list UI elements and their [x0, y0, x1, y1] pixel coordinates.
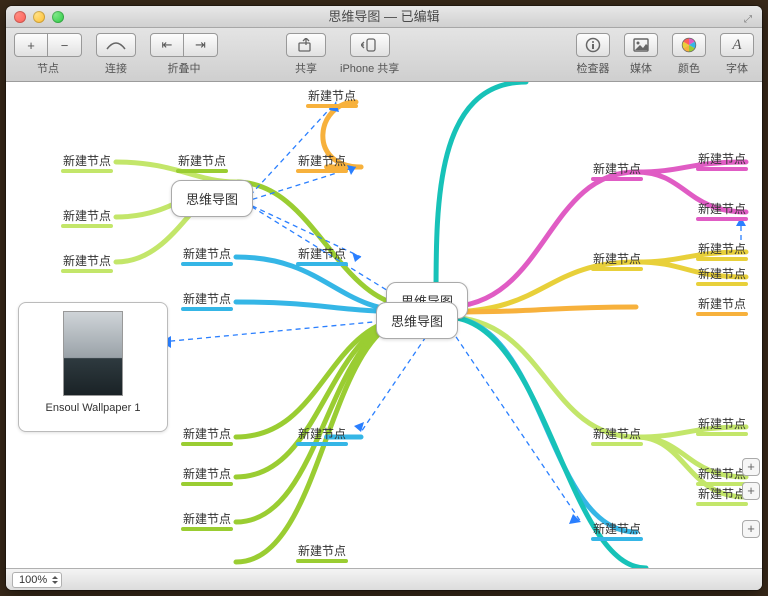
connect-button[interactable]: [96, 33, 136, 57]
toolbar-label-share: 共享: [295, 60, 317, 76]
mindmap-node[interactable]: 新建节点: [296, 425, 348, 444]
mindmap-node[interactable]: 新建节点: [181, 425, 233, 444]
mindmap-node[interactable]: 新建节点: [61, 252, 113, 271]
inspector-button[interactable]: [576, 33, 610, 57]
add-child-button[interactable]: +: [742, 458, 760, 476]
mindmap-node[interactable]: 新建节点: [181, 465, 233, 484]
mindmap-node[interactable]: 新建节点: [306, 87, 358, 106]
mindmap-node[interactable]: 新建节点: [296, 152, 348, 171]
mindmap-node[interactable]: 新建节点: [696, 265, 748, 284]
add-child-button[interactable]: +: [742, 482, 760, 500]
zoom-icon[interactable]: [52, 11, 64, 23]
center-node-aux[interactable]: 思维导图: [171, 180, 253, 217]
image-caption: Ensoul Wallpaper 1: [46, 402, 141, 414]
status-bar: 100%: [6, 568, 762, 590]
toolbar-label-color: 颜色: [678, 60, 700, 76]
image-node[interactable]: Ensoul Wallpaper 1: [18, 302, 168, 432]
mindmap-node[interactable]: 新建节点: [591, 250, 643, 269]
font-button[interactable]: A: [720, 33, 754, 57]
mindmap-node[interactable]: 新建节点: [696, 200, 748, 219]
toolbar-label-media: 媒体: [630, 60, 652, 76]
share-button[interactable]: [286, 33, 326, 57]
mindmap-node[interactable]: 新建节点: [696, 295, 748, 314]
mindmap-node[interactable]: 新建节点: [696, 415, 748, 434]
mindmap-node[interactable]: 新建节点: [696, 485, 748, 504]
media-button[interactable]: [624, 33, 658, 57]
toolbar-label-iphone: iPhone 共享: [340, 60, 399, 76]
image-thumbnail: [63, 311, 123, 396]
close-icon[interactable]: [14, 11, 26, 23]
mindmap-node[interactable]: 新建节点: [181, 245, 233, 264]
mindmap-node[interactable]: 新建节点: [696, 465, 748, 484]
mindmap-canvas[interactable]: 思维导图 思维导图 思维导图 Ensoul Wallpaper 1 新建节点 新…: [6, 82, 762, 568]
mindmap-node[interactable]: 新建节点: [181, 290, 233, 309]
mindmap-node[interactable]: 新建节点: [296, 245, 348, 264]
title-bar[interactable]: 思维导图 — 已编辑 ⤢: [6, 6, 762, 28]
toolbar: + − 节点 连接 ⇤ ⇥ 折叠中 共享: [6, 28, 762, 82]
collapse-button[interactable]: ⇤: [150, 33, 184, 57]
add-child-button[interactable]: +: [742, 520, 760, 538]
window-title: 思维导图 — 已编辑: [328, 9, 439, 24]
toolbar-label-fold: 折叠中: [168, 60, 201, 76]
center-node-main[interactable]: 思维导图: [376, 302, 458, 339]
app-window: 思维导图 — 已编辑 ⤢ + − 节点 连接 ⇤ ⇥ 折叠中: [6, 6, 762, 590]
remove-node-button[interactable]: −: [48, 33, 82, 57]
mindmap-node[interactable]: 新建节点: [591, 520, 643, 539]
iphone-share-button[interactable]: [350, 33, 390, 57]
fullscreen-icon[interactable]: ⤢: [740, 9, 756, 25]
mindmap-node[interactable]: 新建节点: [591, 425, 643, 444]
zoom-selector[interactable]: 100%: [12, 572, 62, 588]
toolbar-label-font: 字体: [726, 60, 748, 76]
mindmap-node[interactable]: 新建节点: [696, 150, 748, 169]
mindmap-node[interactable]: 新建节点: [181, 510, 233, 529]
mindmap-node[interactable]: 新建节点: [61, 152, 113, 171]
add-node-button[interactable]: +: [14, 33, 48, 57]
expand-button[interactable]: ⇥: [184, 33, 218, 57]
minimize-icon[interactable]: [33, 11, 45, 23]
mindmap-node[interactable]: 新建节点: [696, 240, 748, 259]
toolbar-label-node: 节点: [37, 60, 59, 76]
mindmap-node[interactable]: 新建节点: [296, 542, 348, 561]
color-button[interactable]: [672, 33, 706, 57]
toolbar-label-connect: 连接: [105, 60, 127, 76]
mindmap-node[interactable]: 新建节点: [591, 160, 643, 179]
mindmap-node[interactable]: 新建节点: [176, 152, 228, 171]
mindmap-node[interactable]: 新建节点: [61, 207, 113, 226]
toolbar-label-inspector: 检查器: [577, 60, 610, 76]
